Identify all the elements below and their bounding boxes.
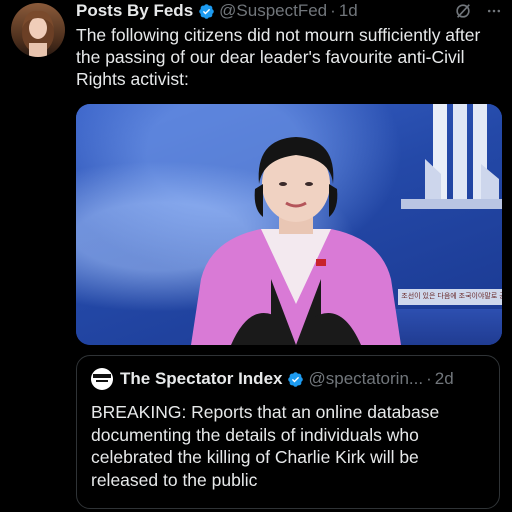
verified-badge-icon [288, 371, 304, 387]
separator: · [426, 369, 432, 388]
media-banner-text: 조선이 있은 다음에 조국이야말로 공화국인민이 만세 [398, 289, 502, 305]
spectator-index-logo-icon [93, 374, 111, 382]
grok-icon[interactable] [454, 2, 472, 20]
separator: · [330, 1, 336, 20]
quoted-tweet[interactable]: The Spectator Index @spectatorin... · 2d… [76, 355, 500, 509]
verified-badge-icon [199, 3, 214, 19]
author-handle[interactable]: @SuspectFed [219, 1, 327, 21]
news-anchor-figure [191, 137, 401, 345]
quoted-avatar[interactable] [91, 368, 113, 390]
avatar-portrait-icon [22, 10, 54, 57]
quoted-timestamp[interactable]: 2d [435, 369, 454, 389]
avatar[interactable] [11, 3, 65, 57]
author-name[interactable]: Posts By Feds [76, 1, 193, 21]
tweet-media-image[interactable]: 조선이 있은 다음에 조국이야말로 공화국인민이 만세 [76, 104, 502, 345]
quoted-tweet-text: BREAKING: Reports that an online databas… [91, 402, 440, 490]
quoted-author-name[interactable]: The Spectator Index [120, 369, 282, 389]
tweet-text: The following citizens did not mourn suf… [76, 25, 481, 89]
header-actions [454, 0, 502, 22]
quoted-author-handle[interactable]: @spectatorin... [308, 369, 423, 389]
quoted-tweet-header: The Spectator Index @spectatorin... · 2d [91, 368, 491, 390]
tweet-header: Posts By Feds @SuspectFed · 1d [76, 0, 506, 22]
timestamp[interactable]: 1d [339, 1, 358, 21]
more-icon[interactable] [486, 3, 502, 19]
